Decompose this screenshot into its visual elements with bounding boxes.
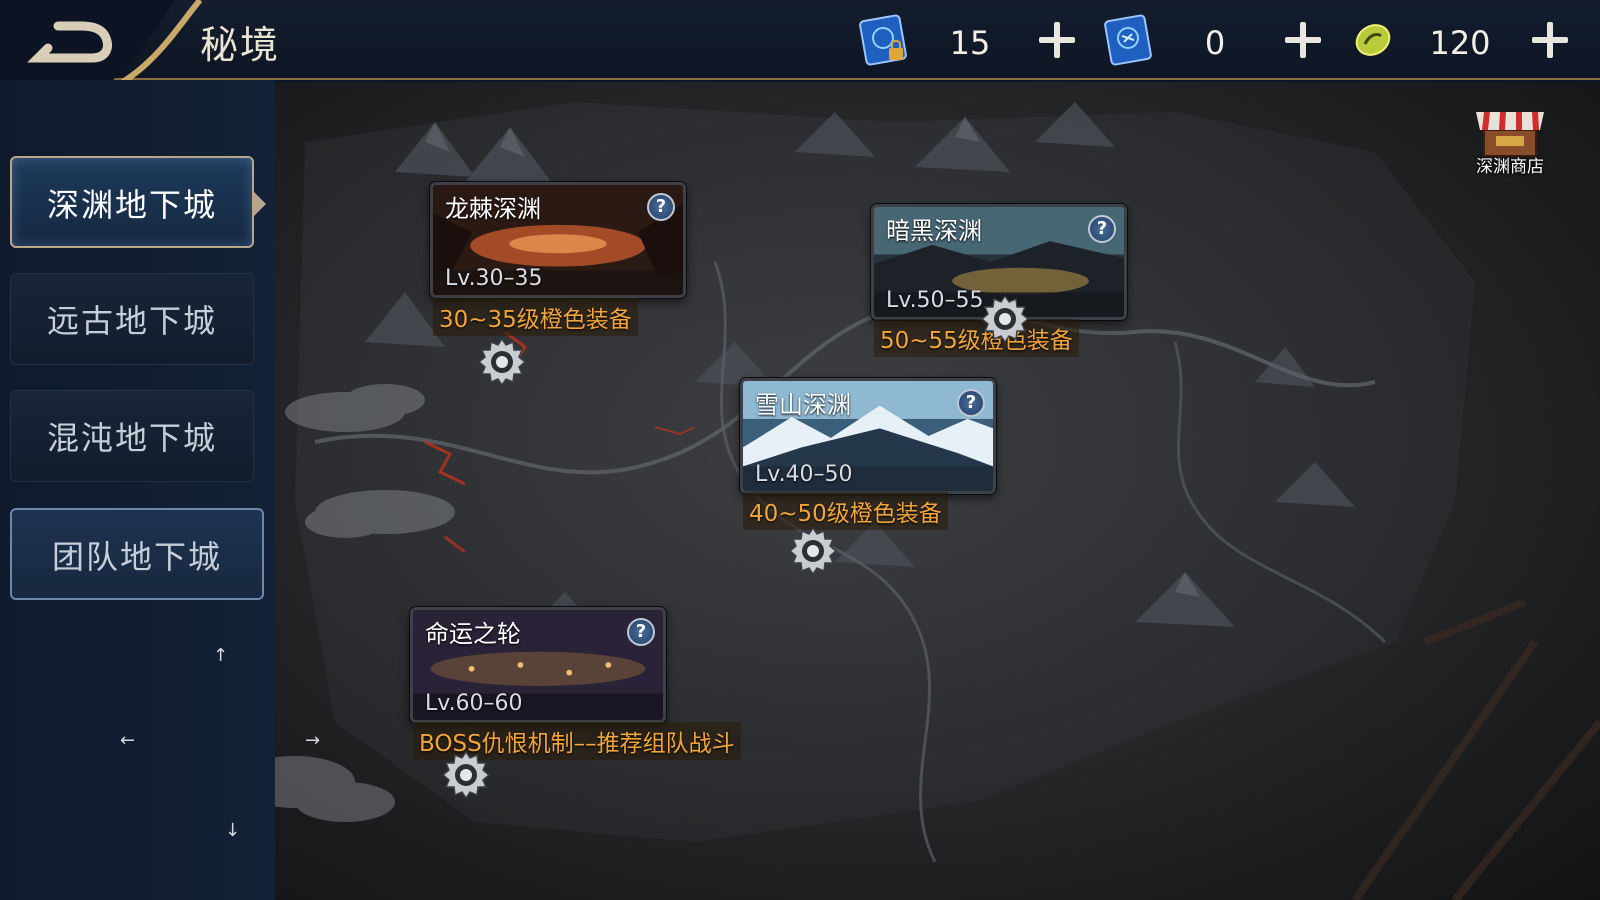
help-icon[interactable]: ? [1088, 215, 1116, 243]
dungeon-reward: 50~55级橙色装备 [874, 319, 1079, 357]
dungeon-name: 暗黑深渊 [886, 217, 982, 245]
shop-stall-icon [1476, 112, 1544, 157]
arrow-up-icon[interactable]: ↑ [213, 645, 228, 666]
help-icon[interactable]: ? [627, 618, 655, 646]
add-coin-button[interactable] [1530, 20, 1570, 60]
dungeon-level: Lv.60–60 [425, 691, 523, 716]
dungeon-reward: 30~35级橙色装备 [433, 298, 638, 336]
dungeon-card-wheel-of-fate[interactable]: 命运之轮 ? Lv.60–60 [410, 607, 666, 723]
dungeon-level: Lv.40–50 [755, 462, 853, 487]
abyss-shop-button[interactable]: 深渊商店 [1470, 108, 1550, 178]
dungeon-reward: 40~50级橙色装备 [743, 492, 948, 530]
help-icon[interactable]: ? [957, 389, 985, 417]
tab-team-dungeon[interactable]: 团队地下城 [10, 508, 264, 600]
game-screen: 秘境 15 0 120 深渊地下城 远古地下城 混沌地下城 团队地下城 ↑ ← … [0, 0, 1600, 900]
dungeon-level: Lv.50–55 [886, 288, 984, 313]
gear-icon[interactable] [979, 293, 1031, 345]
arrow-right-icon[interactable]: → [305, 730, 320, 751]
add-locked-scroll-button[interactable] [1037, 20, 1077, 60]
currency-value-coin: 120 [1429, 24, 1491, 62]
gear-icon[interactable] [440, 749, 492, 801]
tab-label: 团队地下城 [51, 538, 222, 576]
tab-label: 深渊地下城 [46, 186, 217, 224]
tab-label: 远古地下城 [46, 302, 217, 340]
dungeon-card-snow-mountain[interactable]: 雪山深渊 ? Lv.40–50 [740, 378, 996, 494]
dungeon-name: 命运之轮 [425, 620, 521, 648]
arrow-down-icon[interactable]: ↓ [225, 820, 240, 841]
add-scroll-button[interactable] [1283, 20, 1323, 60]
help-icon[interactable]: ? [647, 193, 675, 221]
sidebar: 深渊地下城 远古地下城 混沌地下城 团队地下城 ↑ ← → ↓ [0, 80, 320, 900]
tab-label: 混沌地下城 [46, 419, 217, 457]
locked-scroll-icon [859, 14, 907, 66]
tab-chaos-dungeon[interactable]: 混沌地下城 [10, 390, 254, 482]
gear-icon[interactable] [476, 336, 528, 388]
tab-ancient-dungeon[interactable]: 远古地下城 [10, 273, 254, 365]
page-title: 秘境 [200, 23, 281, 67]
arrow-left-icon[interactable]: ← [120, 730, 135, 751]
coin-icon [1355, 24, 1391, 56]
dungeon-name: 龙棘深渊 [445, 195, 541, 223]
currency-value-scroll: 0 [1204, 24, 1226, 62]
shop-label: 深渊商店 [1476, 157, 1544, 177]
gear-icon[interactable] [787, 525, 839, 577]
dungeon-name: 雪山深渊 [755, 391, 851, 419]
top-bar: 秘境 15 0 120 [0, 0, 1600, 99]
dungeon-card-dragon-thorn[interactable]: 龙棘深渊 ? Lv.30–35 [430, 182, 686, 298]
dungeon-level: Lv.30–35 [445, 266, 543, 291]
tab-abyss-dungeon[interactable]: 深渊地下城 [10, 156, 266, 248]
scroll-icon [1104, 14, 1152, 66]
currency-value-locked-scroll: 15 [949, 24, 991, 62]
